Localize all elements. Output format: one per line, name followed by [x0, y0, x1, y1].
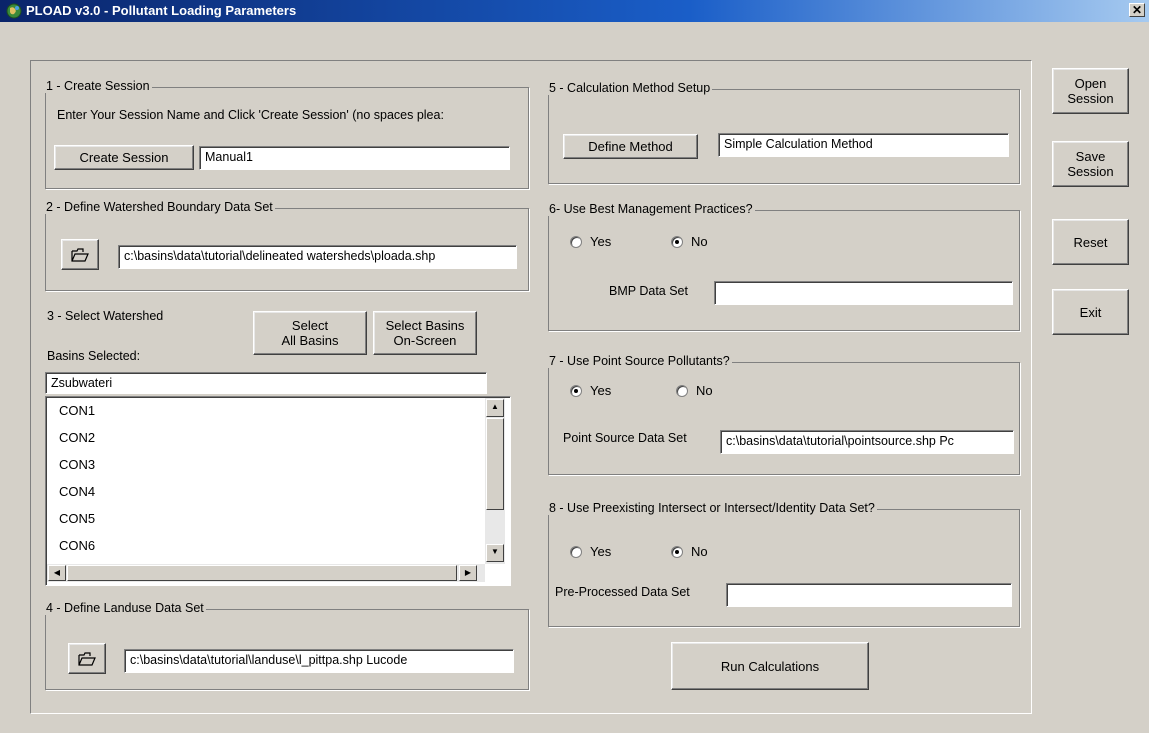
hscroll-thumb[interactable]	[67, 565, 457, 581]
radio-label: Yes	[590, 383, 612, 398]
scroll-left-button[interactable]: ◀	[48, 565, 66, 581]
open-session-button[interactable]: Open Session	[1052, 68, 1129, 114]
bmp-group: 6- Use Best Management Practices?	[547, 202, 1020, 331]
scroll-thumb[interactable]	[486, 418, 504, 510]
point-source-yes-radio[interactable]: Yes	[570, 383, 611, 398]
reset-button[interactable]: Reset	[1052, 219, 1129, 265]
browse-landuse-button[interactable]	[68, 643, 106, 674]
calculation-method-legend: 5 - Calculation Method Setup	[547, 81, 713, 95]
create-session-group: 1 - Create Session	[44, 79, 529, 189]
bmp-yes-radio[interactable]: Yes	[570, 234, 611, 249]
create-session-legend: 1 - Create Session	[44, 79, 152, 93]
list-item[interactable]: CON4	[46, 478, 510, 505]
preprocessed-dataset-field[interactable]	[726, 583, 1012, 607]
radio-label: Yes	[590, 544, 612, 559]
point-source-legend: 7 - Use Point Source Pollutants?	[547, 354, 732, 368]
radio-dot-selected	[671, 545, 683, 558]
app-globe-icon	[6, 3, 22, 19]
watershed-path-field[interactable]: c:\basins\data\tutorial\delineated water…	[118, 245, 517, 269]
select-all-basins-button[interactable]: Select All Basins	[253, 311, 367, 355]
radio-label: No	[696, 383, 713, 398]
scroll-up-button[interactable]: ▲	[486, 399, 504, 417]
exit-button[interactable]: Exit	[1052, 289, 1129, 335]
intersect-group: 8 - Use Preexisting Intersect or Interse…	[547, 501, 1020, 627]
basins-selected-label: Basins Selected:	[47, 349, 141, 363]
open-folder-icon	[78, 651, 96, 666]
session-name-input[interactable]: Manual1	[199, 146, 510, 170]
title-bar: PLOAD v3.0 - Pollutant Loading Parameter…	[0, 0, 1149, 22]
landuse-legend: 4 - Define Landuse Data Set	[44, 601, 206, 615]
vertical-scrollbar[interactable]: ▲ ▼	[485, 398, 505, 564]
open-folder-icon	[71, 247, 89, 262]
radio-label: No	[691, 234, 708, 249]
list-item[interactable]: CON6	[46, 532, 510, 559]
intersect-yes-radio[interactable]: Yes	[570, 544, 611, 559]
bmp-legend: 6- Use Best Management Practices?	[547, 202, 755, 216]
window-title: PLOAD v3.0 - Pollutant Loading Parameter…	[26, 3, 297, 18]
horizontal-scrollbar[interactable]: ◀ ▶	[47, 564, 485, 582]
session-instruction: Enter Your Session Name and Click 'Creat…	[57, 108, 444, 122]
select-watershed-label: 3 - Select Watershed	[47, 309, 164, 323]
run-calculations-button[interactable]: Run Calculations	[671, 642, 869, 690]
close-button[interactable]: ✕	[1129, 3, 1145, 17]
intersect-no-radio[interactable]: No	[671, 544, 708, 559]
point-source-group: 7 - Use Point Source Pollutants?	[547, 354, 1020, 475]
point-source-no-radio[interactable]: No	[676, 383, 713, 398]
radio-dot	[570, 545, 582, 558]
create-session-button[interactable]: Create Session	[54, 145, 194, 170]
point-source-dataset-field[interactable]: c:\basins\data\tutorial\pointsource.shp …	[720, 430, 1014, 454]
list-item[interactable]: CON1	[46, 397, 510, 424]
bmp-dataset-field[interactable]	[714, 281, 1013, 305]
point-source-dataset-label: Point Source Data Set	[563, 431, 687, 445]
list-item[interactable]: CON2	[46, 424, 510, 451]
browse-watershed-button[interactable]	[61, 239, 99, 270]
select-basins-onscreen-button[interactable]: Select Basins On-Screen	[373, 311, 477, 355]
bmp-no-radio[interactable]: No	[671, 234, 708, 249]
list-item[interactable]: CON5	[46, 505, 510, 532]
basin-field-name[interactable]: Zsubwateri	[45, 372, 487, 394]
watershed-boundary-legend: 2 - Define Watershed Boundary Data Set	[44, 200, 275, 214]
intersect-legend: 8 - Use Preexisting Intersect or Interse…	[547, 501, 877, 515]
landuse-path-field[interactable]: c:\basins\data\tutorial\landuse\l_pittpa…	[124, 649, 514, 673]
radio-label: No	[691, 544, 708, 559]
save-session-button[interactable]: Save Session	[1052, 141, 1129, 187]
radio-label: Yes	[590, 234, 612, 249]
define-method-button[interactable]: Define Method	[563, 134, 698, 159]
scroll-down-button[interactable]: ▼	[486, 544, 504, 562]
radio-dot	[676, 384, 688, 397]
radio-dot-selected	[671, 235, 683, 248]
basin-list[interactable]: CON1 CON2 CON3 CON4 CON5 CON6	[45, 396, 511, 586]
bmp-dataset-label: BMP Data Set	[609, 284, 688, 298]
radio-dot-selected	[570, 384, 582, 397]
method-field[interactable]: Simple Calculation Method	[718, 133, 1009, 157]
radio-dot	[570, 235, 582, 248]
scroll-right-button[interactable]: ▶	[459, 565, 477, 581]
list-item[interactable]: CON3	[46, 451, 510, 478]
preprocessed-dataset-label: Pre-Processed Data Set	[555, 585, 690, 599]
